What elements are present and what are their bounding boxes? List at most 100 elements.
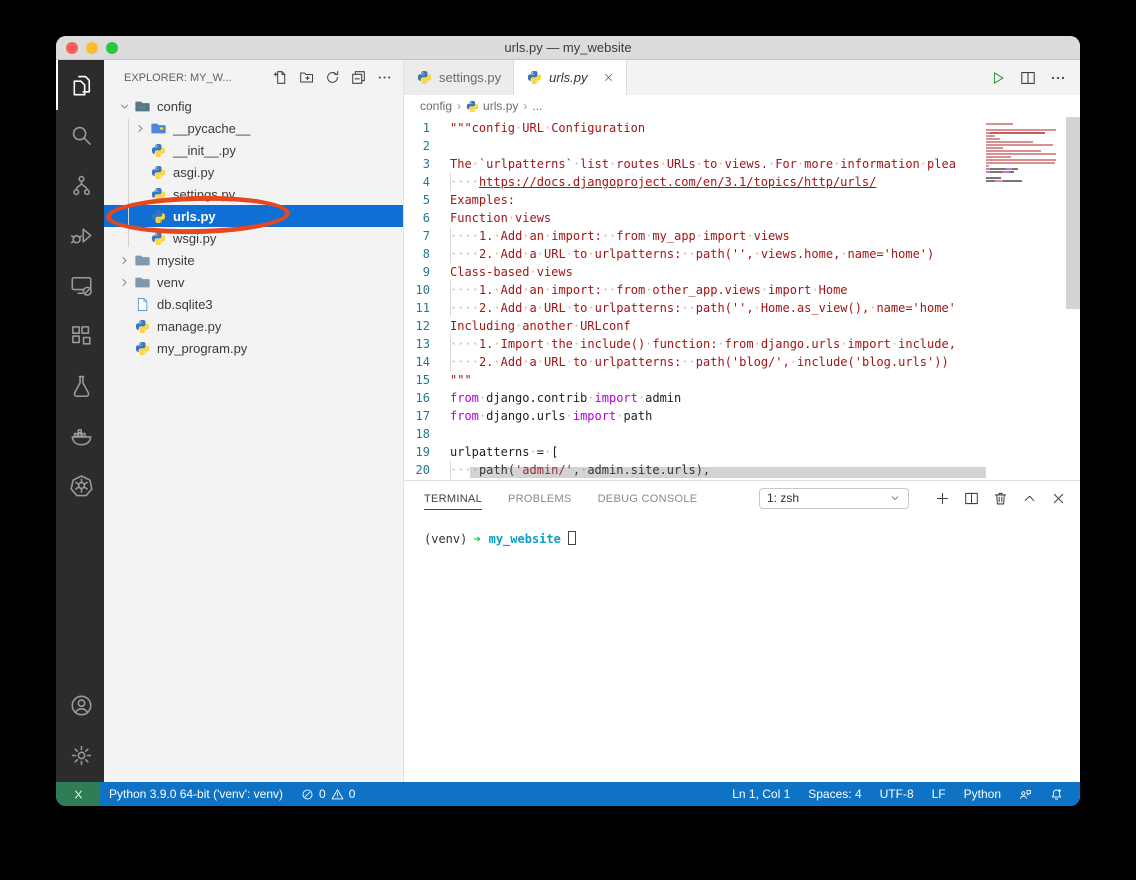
- minimap-line: [986, 168, 1064, 170]
- chevron-down-small-icon: [889, 492, 901, 504]
- panel-tab-problems[interactable]: PROBLEMS: [508, 486, 572, 510]
- tree-item-config[interactable]: config: [104, 95, 403, 117]
- workbench: EXPLORER: MY_W... config __pycache____ini…: [56, 60, 1080, 782]
- breadcrumb-item-urls.py[interactable]: urls.py: [466, 99, 518, 113]
- file-tree: config __pycache____init__.pyasgi.pysetti…: [104, 95, 403, 782]
- split-terminal-button[interactable]: [964, 491, 979, 506]
- new-terminal-button[interactable]: [935, 491, 950, 506]
- tree-item-db.sqlite3[interactable]: db.sqlite3: [104, 293, 403, 315]
- notifications-button[interactable]: [1041, 782, 1072, 806]
- activity-bar-item-settings[interactable]: [56, 730, 104, 780]
- new-folder-button[interactable]: [297, 69, 315, 87]
- minimap-line: [986, 171, 1064, 173]
- folder-config-icon: [134, 98, 151, 114]
- python-icon: [150, 142, 167, 158]
- tree-item-wsgi.py[interactable]: wsgi.py: [104, 227, 403, 249]
- files-icon: [70, 74, 93, 97]
- close-window-button[interactable]: [66, 42, 78, 54]
- activity-bar-item-run-and-debug[interactable]: [56, 210, 104, 260]
- python-interpreter-status[interactable]: Python 3.9.0 64-bit ('venv': venv): [100, 782, 292, 806]
- maximize-panel-button[interactable]: [1022, 491, 1037, 506]
- vertical-scrollbar[interactable]: [1066, 117, 1080, 309]
- activity-bar-item-source-control[interactable]: [56, 160, 104, 210]
- tree-item-__init__.py[interactable]: __init__.py: [104, 139, 403, 161]
- horizontal-scrollbar[interactable]: [470, 467, 986, 478]
- zoom-window-button[interactable]: [106, 42, 118, 54]
- tab-settings.py[interactable]: settings.py: [404, 60, 514, 95]
- docker-icon: [70, 424, 93, 447]
- activity-bar-item-extensions[interactable]: [56, 310, 104, 360]
- refresh-button[interactable]: [323, 69, 341, 87]
- tree-item-mysite[interactable]: mysite: [104, 249, 403, 271]
- tree-item-urls.py[interactable]: urls.py: [104, 205, 403, 227]
- tree-item-settings.py[interactable]: settings.py: [104, 183, 403, 205]
- debug-icon: [70, 224, 93, 247]
- terminal[interactable]: (venv)➜my_website: [404, 515, 1080, 782]
- breadcrumb-item-config[interactable]: config: [420, 99, 452, 113]
- code-line-17: 17from·django.urls·import·path: [404, 407, 1080, 425]
- explorer-sidebar: EXPLORER: MY_W... config __pycache____ini…: [104, 60, 404, 782]
- explorer-title: EXPLORER: MY_W...: [124, 72, 271, 84]
- new-file-button[interactable]: [271, 69, 289, 87]
- activity-bar-item-accounts[interactable]: [56, 680, 104, 730]
- error-icon: [301, 788, 314, 801]
- code-line-4: 4····https://docs.djangoproject.com/en/3…: [404, 173, 1080, 191]
- tree-item-venv[interactable]: venv: [104, 271, 403, 293]
- language-mode-status[interactable]: Python: [955, 782, 1010, 806]
- activity-bar-item-search[interactable]: [56, 110, 104, 160]
- more-editor-button[interactable]: [1050, 70, 1066, 86]
- activity-bar: [56, 60, 104, 782]
- chevron-right-icon: [116, 255, 132, 266]
- run-python-file-button[interactable]: [990, 70, 1006, 86]
- cursor-position-status[interactable]: Ln 1, Col 1: [723, 782, 799, 806]
- kill-terminal-button[interactable]: [993, 491, 1008, 506]
- bottom-panel: TERMINAL PROBLEMS DEBUG CONSOLE 1: zsh (ve…: [404, 480, 1080, 782]
- minimap-line: [986, 147, 1064, 149]
- problems-status[interactable]: 0 0: [292, 782, 364, 806]
- title-bar: urls.py — my_website: [56, 36, 1080, 60]
- editor-tab-bar: settings.pyurls.py: [404, 60, 1080, 95]
- tree-item-my_program.py[interactable]: my_program.py: [104, 337, 403, 359]
- panel-tab-terminal[interactable]: TERMINAL: [424, 486, 482, 510]
- line-number: 10: [404, 281, 450, 299]
- eol-status[interactable]: LF: [923, 782, 955, 806]
- tree-item-label: config: [157, 99, 192, 114]
- activity-bar-item-explorer[interactable]: [56, 60, 104, 110]
- close-tab-icon[interactable]: [603, 72, 614, 83]
- feedback-button[interactable]: [1010, 782, 1041, 806]
- close-panel-button[interactable]: [1051, 491, 1066, 506]
- tree-item-asgi.py[interactable]: asgi.py: [104, 161, 403, 183]
- collapse-all-button[interactable]: [349, 69, 367, 87]
- tree-item-manage.py[interactable]: manage.py: [104, 315, 403, 337]
- split-editor-button[interactable]: [1020, 70, 1036, 86]
- breadcrumb-item-...[interactable]: ...: [532, 99, 542, 113]
- minimap-line: [986, 135, 1064, 137]
- code-line-text: [450, 425, 1080, 443]
- tab-urls.py[interactable]: urls.py: [514, 60, 627, 95]
- minimap[interactable]: [986, 123, 1064, 183]
- python-icon: [526, 70, 543, 86]
- code-editor[interactable]: 1"""config·URL·Configuration23The·`urlpa…: [404, 117, 1080, 480]
- minimap-line: [986, 138, 1064, 140]
- activity-bar-item-remote-explorer[interactable]: [56, 260, 104, 310]
- more-button[interactable]: [375, 69, 393, 87]
- panel-header: TERMINAL PROBLEMS DEBUG CONSOLE 1: zsh: [404, 481, 1080, 515]
- indentation-status[interactable]: Spaces: 4: [799, 782, 870, 806]
- indent-guide: [128, 119, 129, 247]
- minimap-line: [986, 180, 1064, 182]
- tree-item-__pycache__[interactable]: __pycache__: [104, 117, 403, 139]
- activity-bar-item-testing[interactable]: [56, 360, 104, 410]
- vscode-window: urls.py — my_website EXPLORER: MY_W... c…: [56, 36, 1080, 806]
- remote-indicator[interactable]: [56, 782, 100, 806]
- terminal-picker-dropdown[interactable]: 1: zsh: [759, 488, 909, 509]
- minimap-line: [986, 132, 1064, 134]
- activity-bar-item-kubernetes[interactable]: [56, 460, 104, 510]
- breadcrumb: config›urls.py›...: [404, 95, 1080, 117]
- encoding-status[interactable]: UTF-8: [871, 782, 923, 806]
- code-line-10: 10····1.·Add·an·import:··from·other_app.…: [404, 281, 1080, 299]
- code-line-text: from·django.urls·import·path: [450, 407, 1080, 425]
- minimize-window-button[interactable]: [86, 42, 98, 54]
- panel-tab-debug-console[interactable]: DEBUG CONSOLE: [598, 486, 698, 510]
- code-line-text: Including·another·URLconf: [450, 317, 1080, 335]
- activity-bar-item-docker[interactable]: [56, 410, 104, 460]
